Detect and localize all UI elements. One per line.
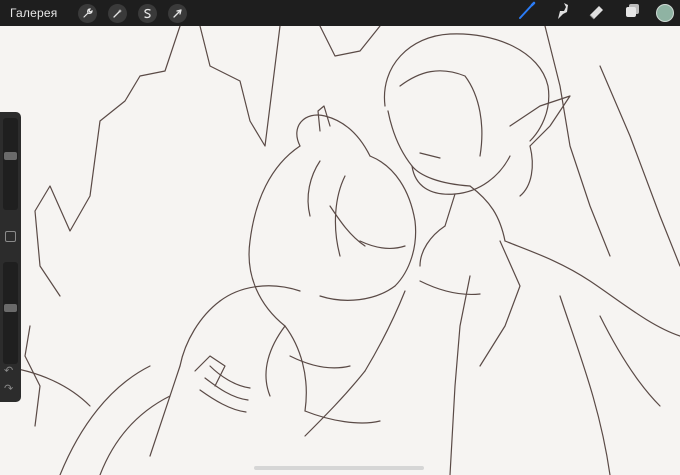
layers-icon xyxy=(622,1,642,26)
brush-size-thumb[interactable] xyxy=(4,152,17,160)
opacity-slider[interactable] xyxy=(3,262,18,364)
color-swatch[interactable] xyxy=(656,4,674,22)
top-toolbar: Галерея xyxy=(0,0,680,26)
brush-icon xyxy=(517,1,537,26)
eraser-icon xyxy=(587,1,607,26)
left-sidebar: ↶ ↷ xyxy=(0,112,21,402)
smudge-icon xyxy=(552,1,572,26)
gallery-button[interactable]: Галерея xyxy=(10,6,57,20)
selection-button[interactable] xyxy=(138,3,158,23)
wrench-icon xyxy=(82,7,94,19)
home-indicator xyxy=(254,466,424,470)
undo-arrow-icon: ↶ xyxy=(4,365,14,377)
transform-button[interactable] xyxy=(168,3,188,23)
magic-wand-icon xyxy=(112,8,123,19)
adjustments-button[interactable] xyxy=(108,3,128,23)
undo-button[interactable]: ↶ xyxy=(4,366,13,377)
smudge-tool[interactable] xyxy=(551,2,573,24)
arrow-cursor-icon xyxy=(172,8,183,19)
brush-tool[interactable] xyxy=(516,1,538,26)
actions-button[interactable] xyxy=(78,3,98,23)
brush-size-slider[interactable] xyxy=(3,118,18,210)
modify-button[interactable] xyxy=(5,231,16,242)
redo-button[interactable]: ↷ xyxy=(4,384,13,395)
line-art-sketch xyxy=(0,26,680,475)
opacity-thumb[interactable] xyxy=(4,304,17,312)
right-tools xyxy=(516,0,680,26)
redo-arrow-icon: ↷ xyxy=(4,383,14,395)
drawing-canvas[interactable] xyxy=(0,26,680,475)
selection-s-icon xyxy=(142,8,153,19)
layers-button[interactable] xyxy=(621,2,643,24)
eraser-tool[interactable] xyxy=(586,2,608,24)
